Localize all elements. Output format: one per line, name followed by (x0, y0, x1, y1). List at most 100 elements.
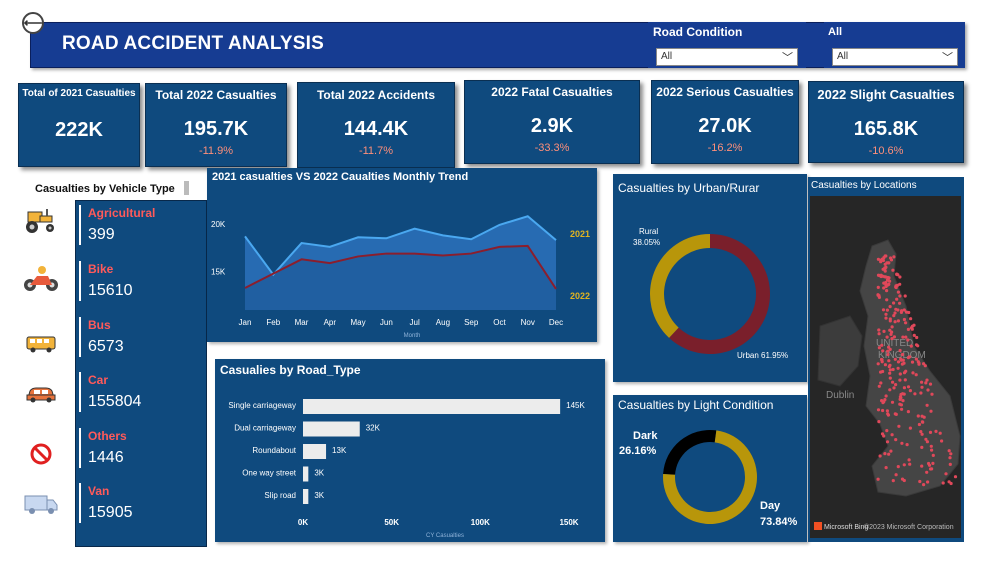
location-dot (931, 461, 935, 465)
location-dot (885, 298, 889, 302)
location-dot (906, 385, 911, 389)
row-marker (79, 317, 81, 357)
bing-logo-icon (814, 522, 822, 530)
vehicle-name: Bike (88, 262, 114, 276)
vehicle-row[interactable]: Van 15905 (88, 484, 133, 522)
location-dot (890, 433, 894, 437)
road-type-bar[interactable] (303, 444, 327, 459)
value-label: 3K (314, 469, 324, 478)
vehicle-value: 15905 (88, 504, 133, 521)
x-tick-label: Oct (493, 318, 506, 327)
kpi-card-2022-accidents: Total 2022 Accidents 144.4K -11.7% (297, 82, 455, 168)
location-dot (912, 333, 916, 337)
location-dot (926, 480, 930, 484)
location-dot (900, 441, 904, 445)
road-type-bar[interactable] (303, 399, 561, 414)
weather-condition-value: All (837, 51, 849, 62)
vehicle-row[interactable]: Bike 15610 (88, 262, 133, 300)
location-dot (914, 343, 919, 347)
location-dot (896, 290, 900, 294)
location-dot (883, 254, 887, 258)
location-dot (920, 464, 924, 468)
rural-slice[interactable] (650, 234, 710, 338)
kpi-label: 2022 Slight Casualties (817, 87, 955, 102)
locations-title: Casualties by Locations (811, 180, 917, 191)
location-dot (909, 317, 913, 321)
series-label-2022: 2022 (570, 291, 590, 301)
location-dot (948, 462, 952, 466)
location-dot (917, 362, 921, 366)
vehicle-row[interactable]: Agricultural 399 (88, 206, 155, 244)
location-dot (898, 275, 902, 279)
location-dot (908, 462, 912, 466)
x-tick-label: Jan (239, 318, 252, 327)
road-condition-value: All (661, 51, 673, 62)
locations-panel: Casualties by Locations UNITED KINGDOM D… (808, 177, 964, 542)
location-dot (901, 335, 905, 339)
weather-condition-dropdown[interactable]: All ﹀ (832, 48, 958, 66)
day-label: Day (760, 500, 781, 512)
location-dot (953, 475, 958, 479)
location-dot (889, 258, 894, 262)
row-marker (79, 372, 81, 412)
location-dot (894, 412, 898, 416)
road-condition-dropdown[interactable]: All ﹀ (656, 48, 798, 66)
vehicle-row[interactable]: Others 1446 (88, 429, 127, 467)
x-tick-label: Jul (410, 318, 420, 327)
location-dot (889, 449, 893, 453)
kpi-value: 165.8K (853, 118, 919, 140)
location-dot (906, 410, 910, 414)
location-dot (876, 285, 880, 289)
location-dot (891, 268, 895, 272)
location-dot (900, 407, 904, 411)
vehicle-value: 1446 (88, 449, 124, 466)
location-dot (886, 413, 891, 417)
location-dot (884, 316, 888, 320)
location-dot (911, 371, 915, 375)
dark-value: 26.16% (619, 445, 657, 457)
weather-condition-label: All (828, 26, 843, 38)
location-dot (940, 439, 944, 443)
row-marker (79, 483, 81, 523)
road-type-bar[interactable] (303, 489, 309, 504)
location-dot (887, 276, 891, 280)
location-dot (888, 363, 892, 367)
urban-rural-chart: Rural 38.05% Urban 61.95% (633, 227, 788, 360)
vehicle-row[interactable]: Car 155804 (88, 373, 141, 411)
location-dot (880, 343, 884, 347)
location-dot (907, 310, 911, 315)
location-dot (919, 391, 923, 395)
location-dot (888, 368, 892, 372)
location-dot (896, 319, 900, 323)
location-dot (930, 467, 934, 471)
location-dot (920, 420, 924, 424)
location-dot (877, 328, 881, 332)
road-type-bar[interactable] (303, 466, 309, 482)
location-dot (888, 388, 892, 392)
location-dot (898, 348, 902, 353)
uk-map: UNITED KINGDOM Dublin Microsoft Bing ©20… (814, 239, 961, 531)
locations-map[interactable]: UNITED KINGDOM Dublin Microsoft Bing ©20… (810, 196, 961, 538)
day-value: 73.84% (760, 516, 798, 528)
location-dot (913, 392, 917, 396)
location-dot (900, 477, 905, 481)
location-dot (930, 392, 934, 396)
location-dot (878, 454, 882, 458)
location-dot (886, 261, 890, 265)
location-dot (883, 363, 887, 367)
vehicle-value: 399 (88, 226, 115, 243)
location-dot (903, 294, 907, 298)
back-button[interactable]: ⟵ (22, 12, 44, 34)
vehicle-name: Agricultural (88, 206, 156, 220)
dark-slice[interactable] (663, 430, 717, 475)
road-type-bar[interactable] (303, 421, 360, 437)
location-dot (888, 305, 892, 309)
location-dot (885, 289, 889, 293)
vehicle-row[interactable]: Bus 6573 (88, 318, 124, 356)
location-dot (902, 392, 906, 396)
x-tick-label: Nov (521, 318, 535, 327)
location-dot (941, 481, 945, 485)
rural-value: 38.05% (633, 238, 660, 247)
location-dot (916, 414, 920, 418)
location-dot (881, 267, 885, 271)
